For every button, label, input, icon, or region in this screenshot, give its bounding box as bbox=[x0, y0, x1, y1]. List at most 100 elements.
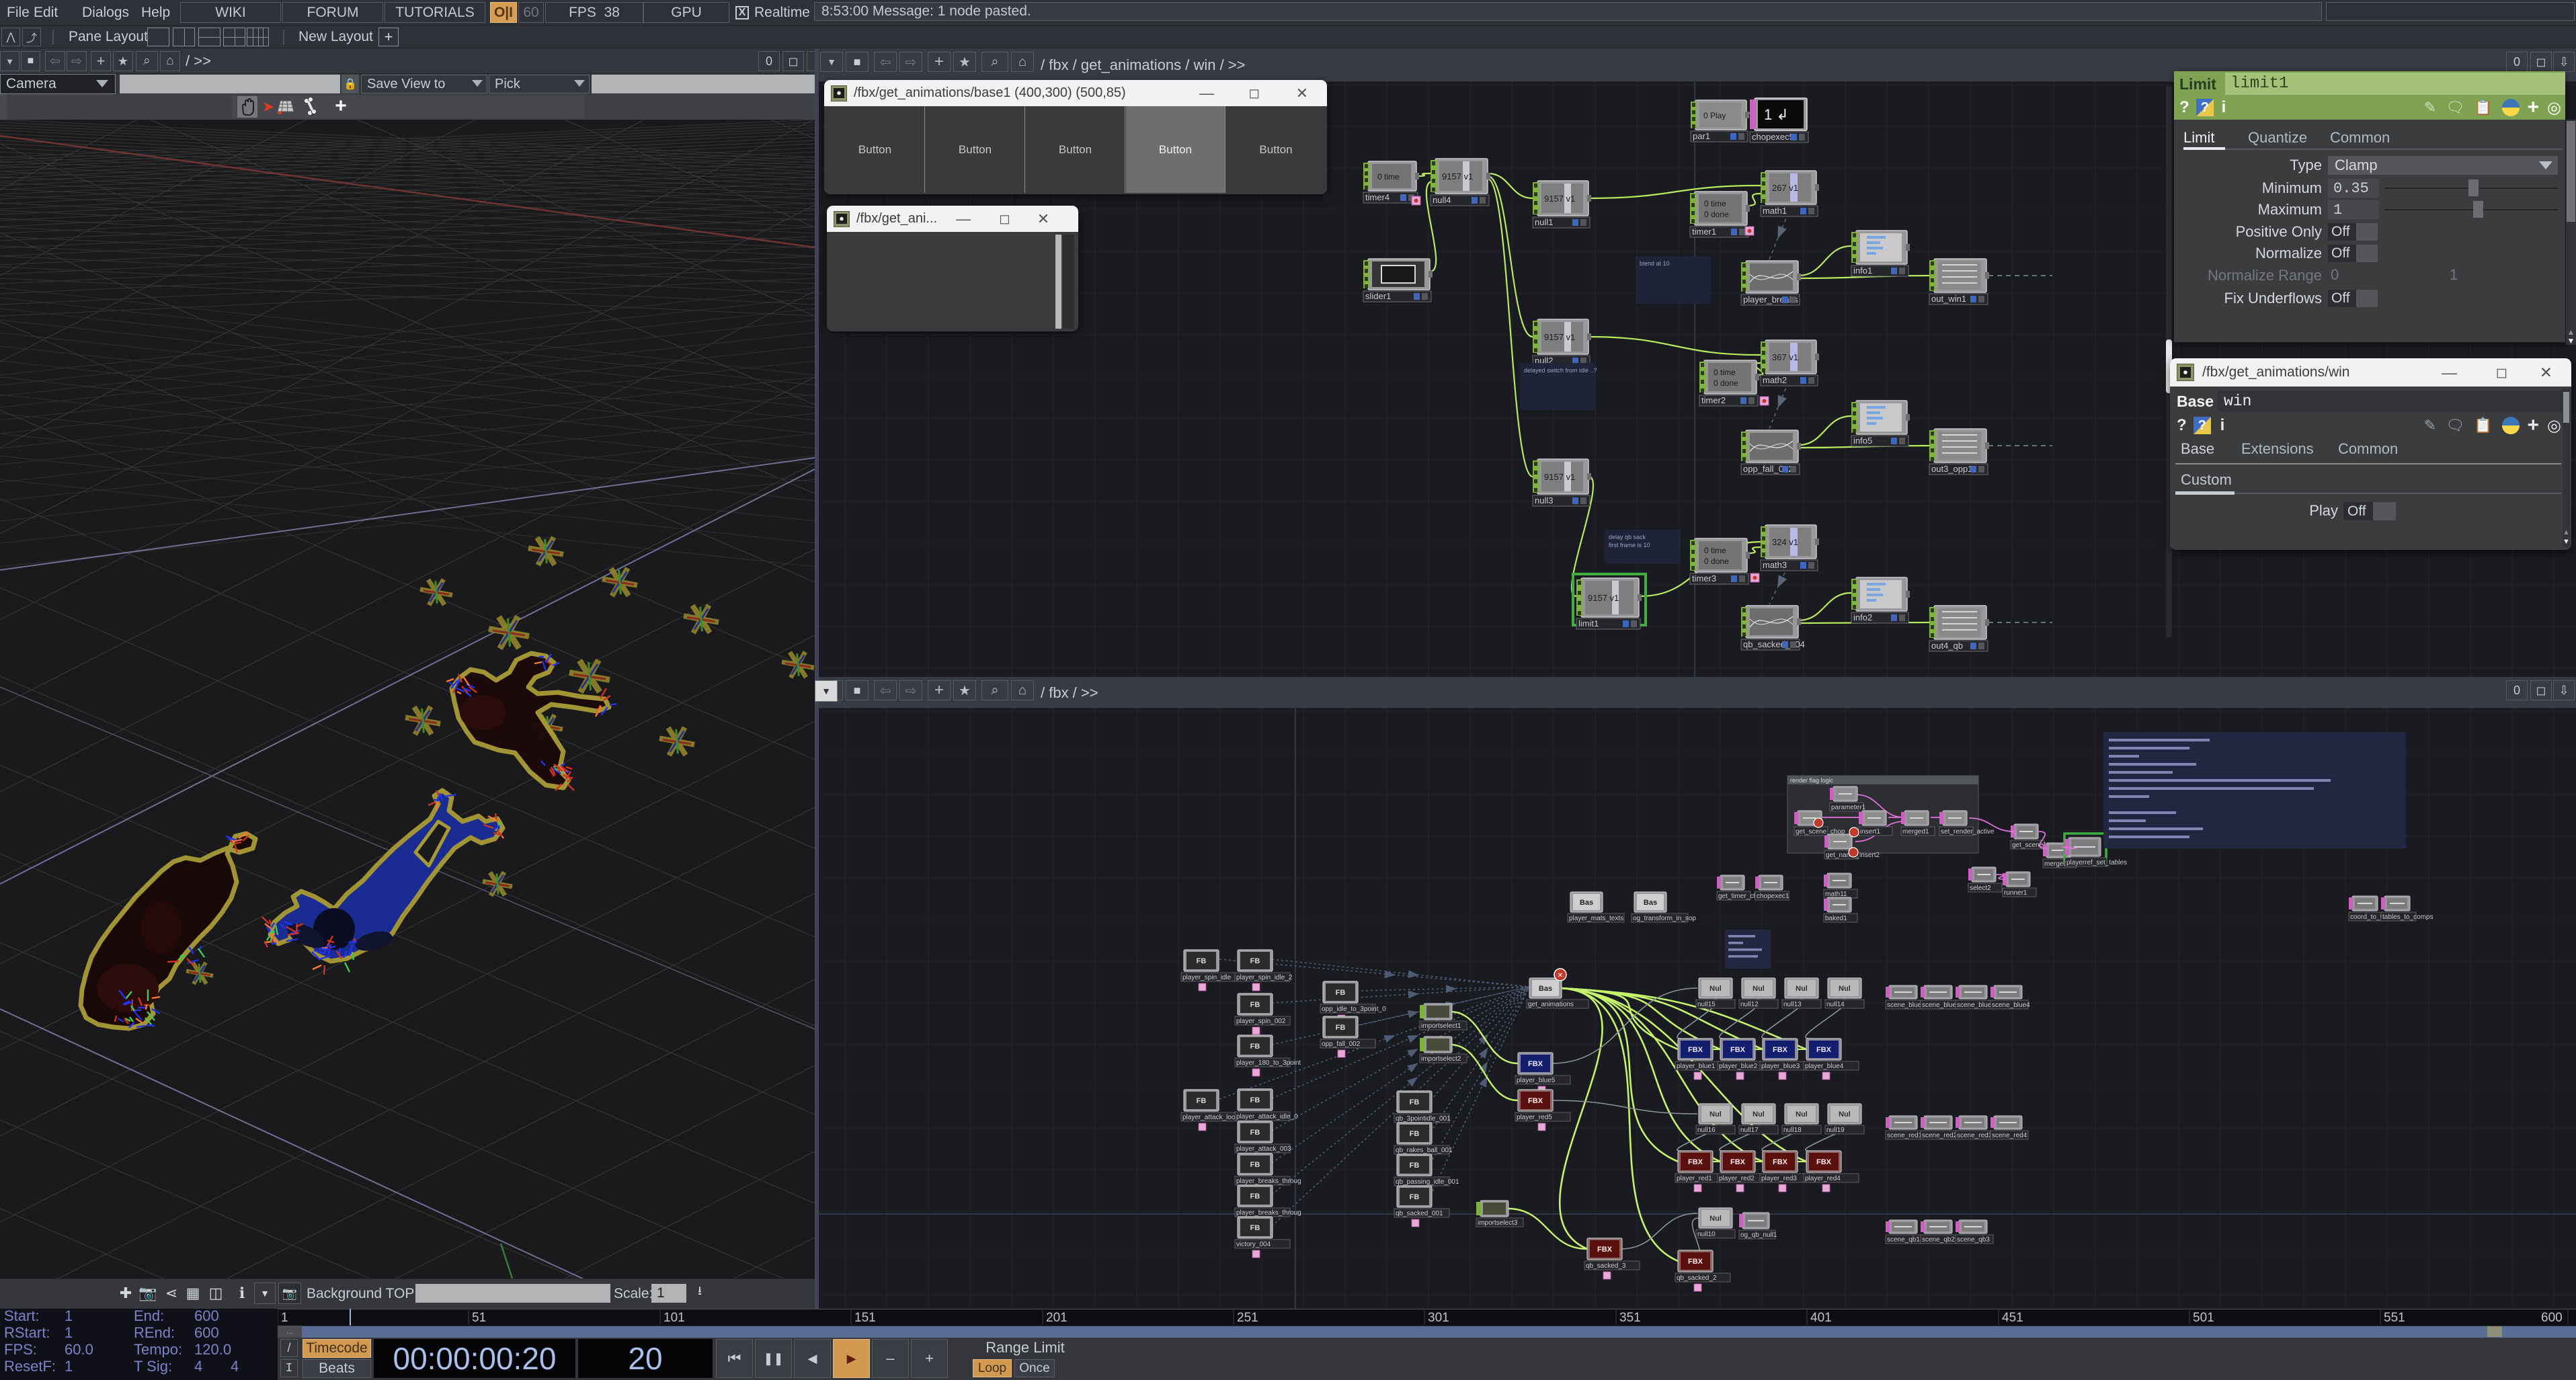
svg-text:qb_sacked_3: qb_sacked_3 bbox=[1586, 1262, 1626, 1270]
svg-text:FBX: FBX bbox=[1597, 1246, 1613, 1254]
svg-text:600: 600 bbox=[194, 1309, 219, 1324]
svg-text:9157 v1: 9157 v1 bbox=[1544, 472, 1575, 482]
svg-text:info2: info2 bbox=[1853, 612, 1872, 622]
svg-text:Nul: Nul bbox=[1796, 985, 1808, 993]
svg-text:qb_sacked_001: qb_sacked_001 bbox=[1396, 1210, 1443, 1217]
svg-text:player_attack_003: player_attack_003 bbox=[1236, 1145, 1291, 1153]
svg-text:End:: End: bbox=[134, 1309, 164, 1324]
svg-text:player_blue2: player_blue2 bbox=[1719, 1063, 1758, 1070]
svg-text:0 done: 0 done bbox=[1704, 210, 1729, 219]
svg-text:player_blue1: player_blue1 bbox=[1677, 1063, 1716, 1070]
svg-text:501: 501 bbox=[2193, 1311, 2214, 1325]
svg-text:opp_idle_to_3point_0: opp_idle_to_3point_0 bbox=[1322, 1006, 1386, 1013]
svg-text:60.0: 60.0 bbox=[65, 1341, 93, 1358]
svg-text:player_breaks_throug: player_breaks_throug bbox=[1236, 1209, 1301, 1217]
svg-text:267 v1: 267 v1 bbox=[1772, 183, 1798, 193]
svg-text:qb_3pointidle_001: qb_3pointidle_001 bbox=[1396, 1115, 1451, 1123]
svg-text:null10: null10 bbox=[1697, 1231, 1716, 1238]
svg-text:player_red2: player_red2 bbox=[1719, 1175, 1755, 1182]
svg-text:info1: info1 bbox=[1853, 266, 1872, 276]
svg-text:timer2: timer2 bbox=[1701, 395, 1726, 405]
svg-text:401: 401 bbox=[1810, 1311, 1832, 1325]
svg-text:FB: FB bbox=[1250, 1192, 1260, 1201]
svg-text:math11: math11 bbox=[1825, 891, 1847, 898]
svg-text:4: 4 bbox=[231, 1358, 239, 1375]
svg-text:1: 1 bbox=[65, 1309, 73, 1324]
svg-text:0 time: 0 time bbox=[1704, 199, 1726, 208]
svg-text:151: 151 bbox=[854, 1311, 876, 1325]
svg-text:51: 51 bbox=[472, 1311, 486, 1325]
svg-text:player_spin_idle: player_spin_idle bbox=[1182, 974, 1232, 981]
svg-text:insert1: insert1 bbox=[1860, 828, 1880, 836]
svg-text:merged1: merged1 bbox=[1902, 828, 1929, 836]
svg-text:null12: null12 bbox=[1740, 1001, 1759, 1008]
svg-text:0 time: 0 time bbox=[1714, 368, 1736, 377]
svg-text:600: 600 bbox=[194, 1324, 219, 1341]
svg-text:9157 v1: 9157 v1 bbox=[1544, 332, 1575, 342]
svg-text:Bas: Bas bbox=[1580, 899, 1593, 907]
svg-text:player_180_to_3point: player_180_to_3point bbox=[1236, 1059, 1301, 1067]
svg-text:qb_rakes_ball_001: qb_rakes_ball_001 bbox=[1396, 1147, 1453, 1154]
svg-text:FBX: FBX bbox=[1730, 1158, 1746, 1166]
svg-text:math1: math1 bbox=[1763, 206, 1787, 216]
svg-text:FB: FB bbox=[1250, 1224, 1260, 1232]
svg-text:0 time: 0 time bbox=[1704, 546, 1726, 555]
svg-text:FB: FB bbox=[1250, 957, 1260, 965]
svg-text:null14: null14 bbox=[1826, 1001, 1845, 1008]
svg-text:FB: FB bbox=[1197, 1097, 1207, 1105]
svg-text:null4: null4 bbox=[1433, 195, 1451, 205]
svg-text:FBX: FBX bbox=[1688, 1258, 1703, 1266]
svg-text:timer3: timer3 bbox=[1692, 573, 1716, 583]
svg-text:FBX: FBX bbox=[1528, 1060, 1543, 1068]
svg-text:Nul: Nul bbox=[1709, 985, 1722, 993]
svg-text:importselect2: importselect2 bbox=[1421, 1055, 1461, 1063]
svg-text:player_red3: player_red3 bbox=[1761, 1175, 1797, 1182]
svg-text:scene_red1: scene_red1 bbox=[1887, 1132, 1923, 1139]
svg-text:Nul: Nul bbox=[1709, 1110, 1722, 1119]
svg-text:chopexec1: chopexec1 bbox=[1757, 893, 1789, 900]
svg-text:324 v1: 324 v1 bbox=[1772, 537, 1798, 547]
svg-text:451: 451 bbox=[2002, 1311, 2023, 1325]
svg-text:player_spin_idle_2: player_spin_idle_2 bbox=[1236, 974, 1293, 981]
svg-text:runner1: runner1 bbox=[2004, 889, 2027, 897]
svg-text:FB: FB bbox=[1410, 1193, 1420, 1201]
svg-text:Bas: Bas bbox=[1644, 899, 1657, 907]
svg-text:player_blue4: player_blue4 bbox=[1805, 1063, 1844, 1070]
svg-text:timer4: timer4 bbox=[1365, 192, 1390, 202]
svg-text:player_blue5: player_blue5 bbox=[1517, 1077, 1556, 1084]
svg-text:slider1: slider1 bbox=[1365, 291, 1391, 301]
svg-text:par1: par1 bbox=[1693, 131, 1710, 141]
svg-text:tables_to_comps: tables_to_comps bbox=[2382, 914, 2433, 921]
svg-text:FB: FB bbox=[1250, 1043, 1260, 1051]
svg-text:0 done: 0 done bbox=[1714, 378, 1738, 388]
svg-text:FBX: FBX bbox=[1730, 1046, 1746, 1054]
svg-text:Bas: Bas bbox=[1539, 985, 1552, 993]
svg-text:FBX: FBX bbox=[1816, 1158, 1832, 1166]
svg-text:out4_qb: out4_qb bbox=[1931, 641, 1963, 651]
svg-text:delayed switch from idle ..?: delayed switch from idle ..? bbox=[1524, 367, 1597, 374]
svg-text:baked1: baked1 bbox=[1825, 915, 1847, 922]
svg-text:math2: math2 bbox=[1763, 375, 1787, 385]
svg-text:Nul: Nul bbox=[1709, 1215, 1722, 1223]
svg-text:FBX: FBX bbox=[1688, 1046, 1703, 1054]
svg-text:player_red5: player_red5 bbox=[1517, 1114, 1552, 1121]
svg-text:FB: FB bbox=[1410, 1130, 1420, 1138]
svg-text:9157 v1: 9157 v1 bbox=[1442, 171, 1473, 181]
svg-text:Nul: Nul bbox=[1839, 1110, 1851, 1119]
svg-text:scene_red4: scene_red4 bbox=[1992, 1132, 2027, 1139]
svg-text:qb_passing_idle_001: qb_passing_idle_001 bbox=[1396, 1178, 1459, 1186]
svg-text:null17: null17 bbox=[1740, 1127, 1759, 1134]
svg-text:blend at 10: blend at 10 bbox=[1640, 260, 1670, 267]
svg-text:REnd:: REnd: bbox=[134, 1324, 175, 1341]
svg-text:FB: FB bbox=[1410, 1098, 1420, 1106]
svg-text:T Sig:: T Sig: bbox=[134, 1358, 172, 1375]
svg-text:player_breaks: player_breaks bbox=[1743, 294, 1798, 305]
svg-text:importselect3: importselect3 bbox=[1478, 1219, 1518, 1227]
svg-text:scene_blue4: scene_blue4 bbox=[1992, 1002, 2030, 1009]
svg-text:player_blue3: player_blue3 bbox=[1761, 1063, 1800, 1070]
svg-text:player_breaks_throug: player_breaks_throug bbox=[1236, 1178, 1301, 1185]
svg-text:201: 201 bbox=[1046, 1311, 1068, 1325]
svg-text:1: 1 bbox=[281, 1311, 288, 1325]
svg-text:251: 251 bbox=[1237, 1311, 1258, 1325]
svg-text:null18: null18 bbox=[1783, 1127, 1802, 1134]
